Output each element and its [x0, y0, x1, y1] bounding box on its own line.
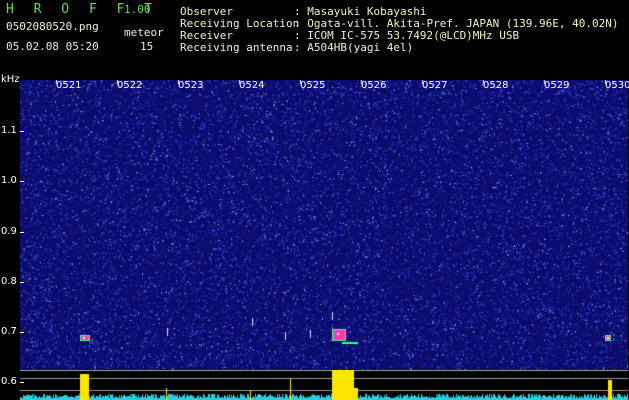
- y-tick-label: 1.1: [1, 125, 17, 136]
- y-axis-unit: kHz: [1, 74, 20, 85]
- antenna-value: : A504HB(yagi 4el): [294, 41, 414, 54]
- file-name: 0502080520.png: [6, 20, 99, 33]
- x-tick-label: 0523: [178, 80, 204, 91]
- x-tick-label: 0521: [56, 80, 82, 91]
- x-tick-label: 0524: [239, 80, 265, 91]
- y-tick-label: 1.0: [1, 175, 17, 186]
- file-datetime: 05.02.08 05:20: [6, 40, 99, 53]
- y-tick-mark: [20, 332, 24, 333]
- x-tick-label: 0522: [117, 80, 143, 91]
- x-tick-label: 0530: [605, 80, 629, 91]
- x-tick-label: 0526: [361, 80, 387, 91]
- spectrogram-canvas: [20, 80, 628, 370]
- y-tick-mark: [20, 282, 24, 283]
- antenna-label: Receiving antenna: [180, 41, 293, 54]
- x-tick-label: 0529: [544, 80, 570, 91]
- y-tick-label: 0.7: [1, 326, 17, 337]
- spectrogram-plot: [20, 80, 628, 370]
- x-tick-label: 0527: [422, 80, 448, 91]
- y-tick-mark: [20, 131, 24, 132]
- x-tick-label: 0525: [300, 80, 326, 91]
- y-tick-label: 0.8: [1, 276, 17, 287]
- y-tick-mark: [20, 382, 24, 383]
- signal-level-strip: [20, 370, 628, 400]
- app-version: 1.00: [124, 3, 151, 16]
- x-tick-label: 0528: [483, 80, 509, 91]
- y-tick-mark: [20, 232, 24, 233]
- y-tick-mark: [20, 181, 24, 182]
- y-tick-label: 0.9: [1, 226, 17, 237]
- meteor-label: meteor: [124, 26, 164, 39]
- y-tick-label: 0.6: [1, 376, 17, 387]
- meteor-count: 15: [140, 40, 154, 53]
- spectrogram-window: H R O F F T 1.00 0502080520.png 05.02.08…: [0, 0, 629, 400]
